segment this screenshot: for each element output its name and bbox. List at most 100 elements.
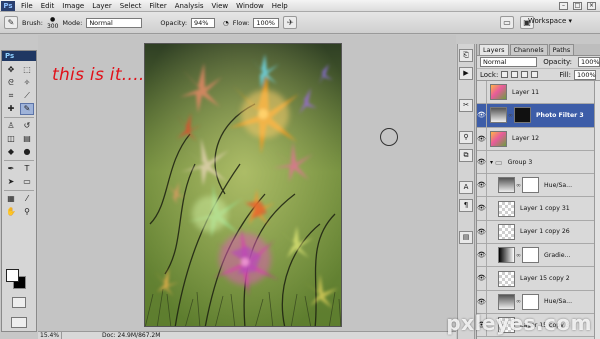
brushes-panel-icon[interactable]: ⚲ [459,131,473,144]
fill-field[interactable]: 100% [574,69,597,80]
foreground-color-swatch[interactable] [6,269,19,282]
airbrush-icon[interactable]: ✈ [283,16,298,29]
menu-filter[interactable]: Filter [145,0,170,12]
menu-layer[interactable]: Layer [88,0,116,12]
history-panel-icon[interactable]: ⎗ [459,49,473,62]
layer-row[interactable]: 👁 ∞ Gradie... [477,244,600,268]
group-name: Group 3 [507,158,533,166]
brush-picker[interactable]: ● 300 [47,16,58,30]
zoom-tool-icon[interactable]: ⚲ [20,206,34,218]
eye-icon[interactable]: 👁 [477,220,487,244]
pen-tool-icon[interactable]: ✒ [4,163,18,175]
close-button[interactable]: × [587,2,596,10]
eye-icon[interactable]: 👁 [477,174,487,197]
eyedropper-tool-icon[interactable]: ⁄ [20,193,34,205]
menu-window[interactable]: Window [232,0,268,12]
opacity-field[interactable]: 94% [191,17,216,28]
marquee-tool-icon[interactable]: ⬚ [20,64,34,76]
shape-tool-icon[interactable]: ▭ [20,176,34,188]
eraser-tool-icon[interactable]: ◫ [4,133,18,145]
lock-position-button[interactable] [521,71,529,78]
eye-icon[interactable]: 👁 [477,104,487,127]
workspace-menu[interactable]: Workspace ▾ [528,17,572,25]
layer-opacity-field[interactable]: 100% [578,57,600,67]
group-row[interactable]: 👁 ▾ ▭ Group 3 [477,150,600,175]
layer-row[interactable]: 👁 Layer 12 [477,127,600,151]
layer-row[interactable]: 👁 Layer 1 copy 31 [477,197,600,221]
screen-mode-button[interactable] [11,317,27,328]
lock-label: Lock: [480,70,499,79]
menu-view[interactable]: View [208,0,233,12]
clone-source-icon[interactable]: ⧉ [459,149,473,162]
tool-separator [4,160,34,161]
actions-panel-icon[interactable]: ▶ [459,67,473,80]
document-canvas[interactable] [144,43,342,327]
tab-paths[interactable]: Paths [548,44,575,55]
lasso-tool-icon[interactable]: ᘓ [4,77,18,89]
tools-preset-icon[interactable]: ✂ [459,99,473,112]
menu-file[interactable]: File [17,0,37,12]
folder-icon: ▭ [495,157,503,167]
lock-transparency-button[interactable] [501,71,509,78]
mode-select[interactable]: Normal [86,17,143,28]
path-select-icon[interactable]: ➤ [4,176,18,188]
healing-tool-icon[interactable]: ✚ [4,103,18,115]
lock-pixels-button[interactable] [511,71,519,78]
character-panel-icon[interactable]: A [459,181,473,194]
flower-artwork [145,44,341,326]
quick-mask-button[interactable] [12,297,26,308]
flow-field[interactable]: 100% [253,17,280,28]
brush-tool-preset-icon[interactable]: ✎ [4,16,18,29]
zoom-level[interactable]: 15.4% [38,332,62,339]
tool-separator [4,190,34,191]
slice-tool-icon[interactable]: ⟋ [20,90,34,102]
menu-analysis[interactable]: Analysis [171,0,208,12]
eye-icon[interactable]: 👁 [477,127,487,150]
menu-image[interactable]: Image [58,0,88,12]
tab-layers[interactable]: Layers [479,44,509,55]
layer-name: Gradie... [544,251,571,259]
eye-icon[interactable]: 👁 [477,267,487,290]
eye-icon[interactable]: 👁 [477,290,487,313]
menu-select[interactable]: Select [116,0,146,12]
visibility-toggle[interactable] [477,81,487,104]
bridge-icon[interactable]: ▭ [500,16,514,29]
layer-thumbnail [498,200,515,217]
notes-tool-icon[interactable]: ▦ [4,193,18,205]
lock-all-button[interactable] [531,71,539,78]
crop-tool-icon[interactable]: ⌗ [4,90,18,102]
blend-mode-select[interactable]: Normal [480,57,538,67]
type-tool-icon[interactable]: T [20,163,34,175]
history-brush-icon[interactable]: ↺ [20,120,34,132]
layers-scrollbar[interactable] [594,81,600,339]
hand-tool-icon[interactable]: ✋ [4,206,18,218]
maximize-button[interactable]: □ [573,2,582,10]
brush-size: 300 [46,22,59,30]
minimize-button[interactable]: – [559,2,568,10]
dodge-tool-icon[interactable]: ● [20,146,34,158]
eye-icon[interactable]: 👁 [477,197,487,220]
layer-comps-icon[interactable]: ▤ [459,231,473,244]
gradient-tool-icon[interactable]: ▤ [20,133,34,145]
watermark-text: pxleyes.com [446,311,592,335]
layers-panel-tabs: Layers Channels Paths [477,44,600,56]
blur-tool-icon[interactable]: ◆ [4,146,18,158]
layer-row[interactable]: 👁 Layer 15 copy 2 [477,267,600,291]
brush-tool-icon[interactable]: ✎ [20,103,34,115]
tablet-pressure-icon[interactable]: ◔ [223,19,229,27]
menu-edit[interactable]: Edit [37,0,59,12]
move-tool-icon[interactable]: ✥ [4,64,18,76]
eye-icon[interactable]: 👁 [477,150,487,174]
fill-label: Fill: [559,70,572,79]
menu-help[interactable]: Help [268,0,292,12]
layer-row[interactable]: 👁 ∞ Hue/Sa... [477,174,600,198]
layer-list: Layer 11 👁 ∞ Photo Filter 3 👁 Layer 12 👁… [477,81,600,338]
stamp-tool-icon[interactable]: ♙ [4,120,18,132]
magic-wand-tool-icon[interactable]: ✧ [20,77,34,89]
eye-icon[interactable]: 👁 [477,244,487,267]
paragraph-panel-icon[interactable]: ¶ [459,199,473,212]
tab-channels[interactable]: Channels [509,44,548,55]
layer-row-selected[interactable]: 👁 ∞ Photo Filter 3 [477,104,600,128]
layer-row[interactable]: 👁 Layer 1 copy 26 [477,220,600,245]
layer-row[interactable]: Layer 11 [477,81,600,105]
